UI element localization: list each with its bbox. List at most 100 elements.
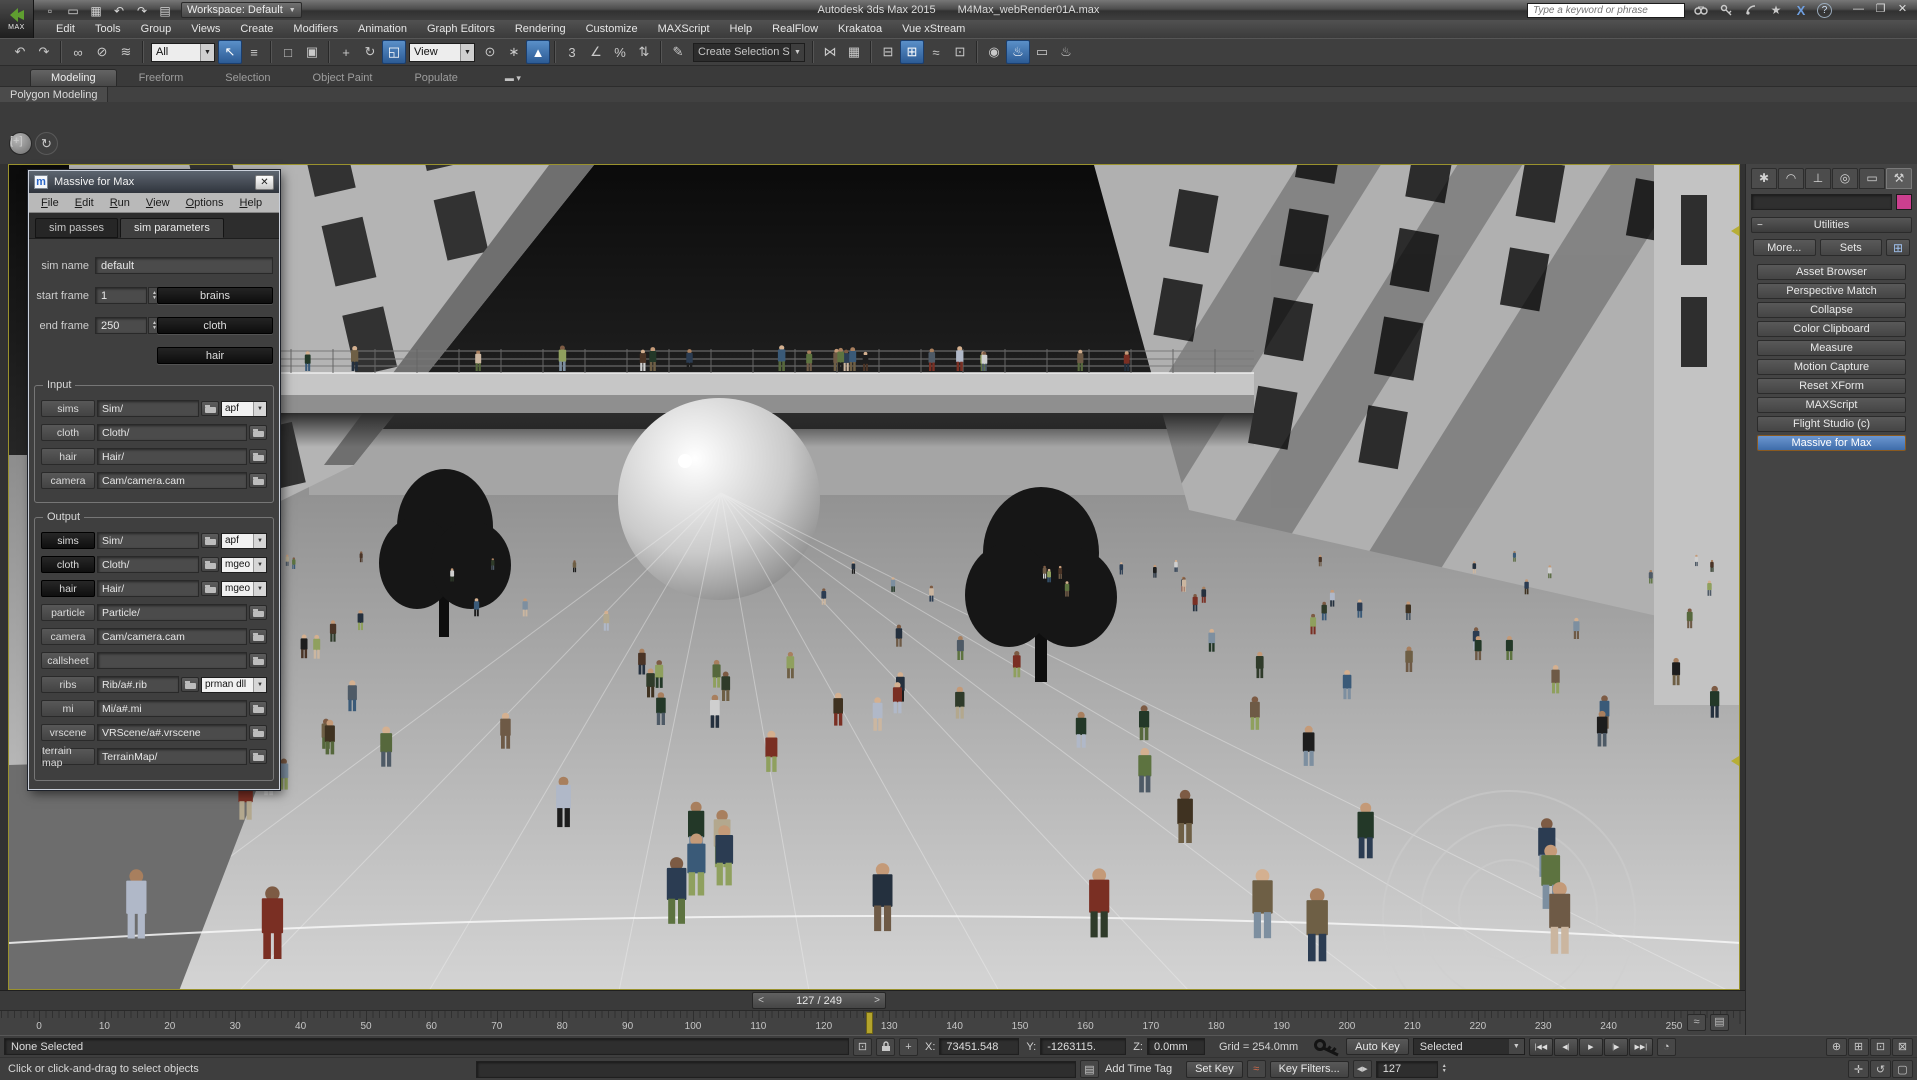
hair-button[interactable]: hair [157,347,273,364]
align-icon[interactable]: ▦ [842,40,866,64]
output-sims-button[interactable]: sims [41,532,95,549]
select-and-move-icon[interactable]: + [334,40,358,64]
menu-animation[interactable]: Animation [348,23,417,35]
tab-hierarchy-panel[interactable]: ⊥ [1805,168,1831,189]
input-cloth-button[interactable]: cloth [41,424,95,441]
cloth-button[interactable]: cloth [157,317,273,334]
menu-edit[interactable]: Edit [46,23,85,35]
sign-in-key-icon[interactable] [1717,2,1735,18]
zoom-region-icon[interactable]: ⊠ [1892,1038,1913,1056]
toggle-scene-explorer-icon[interactable]: ⊞ [900,40,924,64]
output-cloth-format-dropdown[interactable]: mgeo▼ [221,557,267,573]
z-coordinate-field[interactable]: 0.0mm [1147,1038,1205,1055]
ribbon-panel-label[interactable]: Polygon Modeling [0,87,108,102]
current-frame-field[interactable]: 127 [1376,1061,1438,1078]
output-hair-button[interactable]: hair [41,580,95,597]
minimize-button[interactable]: — [1849,3,1868,17]
redo-icon[interactable]: ↷ [32,40,56,64]
output-particle-field[interactable]: Particle/ [97,604,247,621]
input-sims-browse-folder-icon[interactable] [201,401,219,416]
output-sims-field[interactable]: Sim/ [97,532,199,549]
orbit-icon[interactable]: ↺ [1870,1060,1891,1078]
output-hair-browse-folder-icon[interactable] [201,581,219,596]
sim-name-field[interactable]: default [95,257,273,274]
angle-snap-icon[interactable]: ∠ [584,40,608,64]
menu-group[interactable]: Group [131,23,182,35]
selection-lock-toggle-icon[interactable] [876,1038,895,1056]
repeat-last-button[interactable]: ↻ [35,132,58,155]
input-hair-button[interactable]: hair [41,448,95,465]
utility-asset-browser-button[interactable]: Asset Browser [1757,264,1906,280]
output-cloth-field[interactable]: Cloth/ [97,556,199,573]
key-filters-curve-icon[interactable]: ≈ [1247,1060,1266,1078]
utilities-rollout-header[interactable]: − Utilities [1751,217,1912,233]
output-ribs-browse-folder-icon[interactable] [181,677,199,692]
save-file-icon[interactable]: ▦ [86,2,106,18]
schematic-view-icon[interactable]: ⊡ [948,40,972,64]
ribbon-tab-modeling[interactable]: Modeling [30,69,117,86]
output-terrain-map-field[interactable]: TerrainMap/ [97,748,247,765]
track-bar[interactable]: 0102030405060708090100110120130140150160… [0,1010,1745,1035]
rectangular-selection-region-icon[interactable]: □ [276,40,300,64]
application-menu-button[interactable]: MAX [0,0,34,38]
window-crossing-icon[interactable]: ▣ [300,40,324,64]
viewport-edge-arrow[interactable] [1731,756,1739,766]
output-vrscene-field[interactable]: VRScene/a#.vrscene [97,724,247,741]
utility-maxscript-button[interactable]: MAXScript [1757,397,1906,413]
dialog-title-bar[interactable]: m Massive for Max ✕ [29,171,279,193]
frame-spinner[interactable]: ▲▼ [1442,1064,1447,1074]
redo-icon[interactable]: ↷ [132,2,152,18]
output-cloth-button[interactable]: cloth [41,556,95,573]
output-hair-format-dropdown[interactable]: mgeo▼ [221,581,267,597]
select-and-rotate-icon[interactable]: ↻ [358,40,382,64]
auto-key-button[interactable]: Auto Key [1346,1038,1409,1055]
utility-flight-studio-c-button[interactable]: Flight Studio (c) [1757,416,1906,432]
time-slider[interactable]: < 127 / 249 > [752,992,886,1009]
output-ribs-button[interactable]: ribs [41,676,95,693]
keyboard-shortcut-override-icon[interactable]: ▲ [526,40,550,64]
add-time-tag-label[interactable]: Add Time Tag [1105,1063,1172,1075]
end-frame-field[interactable]: 250 [95,317,147,334]
isolate-selection-toggle-icon[interactable]: ⊡ [853,1038,872,1056]
viewport-edge-arrow[interactable] [1731,226,1739,236]
tab-sim-parameters[interactable]: sim parameters [120,218,224,238]
output-callsheet-field[interactable] [97,652,247,669]
input-camera-browse-folder-icon[interactable] [249,473,267,488]
collapse-rollout-icon[interactable]: − [1757,220,1763,231]
time-configuration-icon[interactable]: ◔ [1657,1038,1676,1056]
viewport-pov-label[interactable]: [+] [10,135,23,147]
dialog-menu-run[interactable]: Run [102,197,138,209]
output-mi-button[interactable]: mi [41,700,95,717]
material-editor-icon[interactable]: ◉ [982,40,1006,64]
output-ribs-format-dropdown[interactable]: prman dll▼ [201,677,267,693]
input-cloth-browse-folder-icon[interactable] [249,425,267,440]
ribbon-minimize-icon[interactable]: ▬ ▾ [496,71,530,86]
more-utilities-button[interactable]: More... [1753,239,1816,256]
output-camera-field[interactable]: Cam/camera.cam [97,628,247,645]
mirror-icon[interactable]: ⋈ [818,40,842,64]
undo-icon[interactable]: ↶ [109,2,129,18]
unlink-selection-icon[interactable]: ⊘ [90,40,114,64]
bind-to-space-warp-icon[interactable]: ≋ [114,40,138,64]
menu-help[interactable]: Help [720,23,763,35]
utility-color-clipboard-button[interactable]: Color Clipboard [1757,321,1906,337]
output-vrscene-browse-folder-icon[interactable] [249,725,267,740]
menu-modifiers[interactable]: Modifiers [283,23,348,35]
input-sims-format-dropdown[interactable]: apf▼ [221,401,267,417]
help-icon[interactable]: ? [1817,3,1832,18]
configure-button-sets-icon[interactable]: ⊞ [1886,239,1910,256]
time-slider-track[interactable]: < 127 / 249 > [0,990,1745,1010]
output-cloth-browse-folder-icon[interactable] [201,557,219,572]
set-key-button[interactable]: Set Key [1186,1061,1243,1078]
output-camera-button[interactable]: camera [41,628,95,645]
spinner-snap-icon[interactable]: ⇅ [632,40,656,64]
time-tag-field[interactable] [476,1061,1076,1078]
tab-create-panel[interactable]: ✱ [1751,168,1777,189]
named-selection-set-dropdown[interactable]: Create Selection Se▼ [693,43,805,62]
menu-krakatoa[interactable]: Krakatoa [828,23,892,35]
tab-modify-panel[interactable]: ◠ [1778,168,1804,189]
tab-sim-passes[interactable]: sim passes [35,218,118,238]
output-camera-browse-folder-icon[interactable] [249,629,267,644]
notes-icon[interactable]: ▤ [1080,1060,1099,1078]
percent-snap-icon[interactable]: % [608,40,632,64]
